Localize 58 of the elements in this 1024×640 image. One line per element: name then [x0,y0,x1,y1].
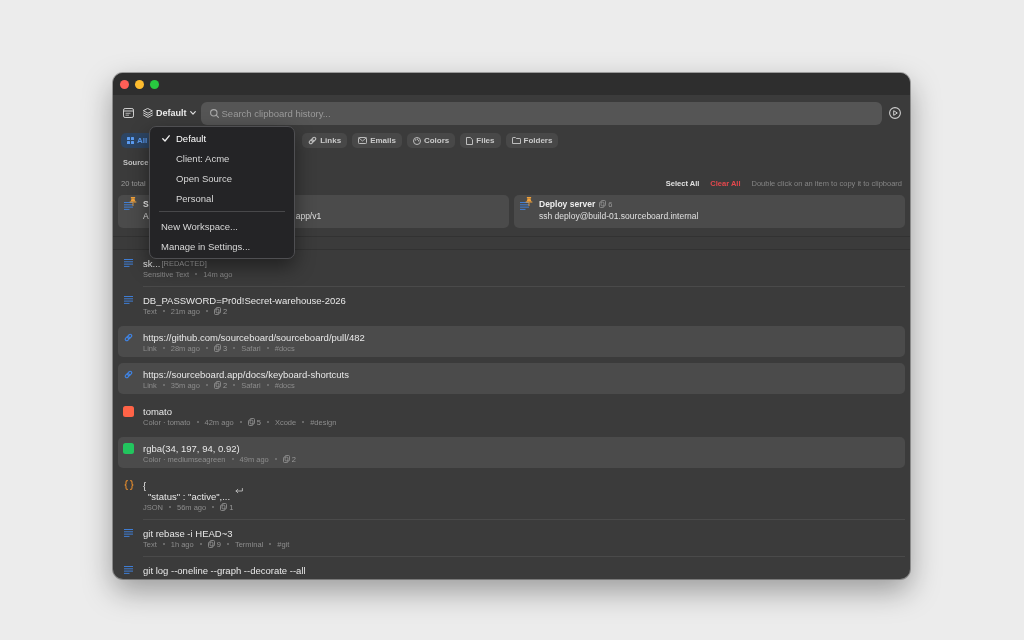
link-icon [124,369,133,379]
copy-icon [247,418,255,426]
palette-icon [412,136,421,145]
filter-chip[interactable]: Colors [406,133,456,148]
layers-icon [143,108,153,118]
preview-text: "status" : "active",... [148,491,231,502]
workspace-button[interactable]: Default [143,108,196,118]
filter-chip[interactable]: Links [302,133,348,148]
text-lines-icon [520,202,529,210]
card-text: ssh deploy@build-01.sourceboard.internal [539,210,699,221]
row-title: { [143,479,147,491]
card-text: A [143,210,149,221]
checkmark-icon [162,134,170,142]
menu-item[interactable]: Manage in Settings... [150,236,294,256]
row-title: git log --oneline --graph --decorate --all [143,564,306,576]
row-title: https://sourceboard.app/docs/keyboard-shortcuts [143,368,349,380]
copy-icon [282,455,290,463]
row-title: DB_PASSWORD=Pr0d!Secret-warehouse-2026 [143,294,346,306]
menu-item[interactable]: Open Source [150,168,294,188]
filter-chip[interactable]: Folders [505,133,559,148]
minimize-icon[interactable] [135,79,144,89]
text-lines-icon [124,529,133,537]
row-title: https://github.com/sourceboard/sourceboard/pull/482 [143,331,365,343]
search-icon [209,108,219,118]
copy-icon [220,503,228,511]
row-title: git rebase -i HEAD~3 [143,527,233,539]
link-icon [124,332,133,342]
text-lines-icon [124,566,133,574]
chevron-down-icon [189,111,196,115]
play-circle-icon[interactable] [889,107,901,119]
menu-item[interactable]: Client: Acme [150,148,294,168]
envelope-icon [358,137,368,144]
text-lines-icon [124,259,133,267]
filter-chip[interactable]: Emails [352,133,402,148]
copy-icon [599,200,607,208]
copy-icon [213,344,221,352]
zoom-icon[interactable] [150,79,159,89]
row-title: sk... [143,257,161,269]
braces-icon [123,480,134,490]
card-text: app/v1 [295,210,322,221]
filter-chip[interactable]: Files [460,133,501,148]
history-row[interactable]: git log --oneline --graph --decorate --all [118,559,905,579]
text-lines-icon [124,202,133,210]
card-title: S [143,199,149,209]
card-title: Deploy server [539,199,596,209]
row-title: tomato [143,405,173,417]
copy-icon [213,381,221,389]
link-icon [308,136,318,145]
close-icon[interactable] [120,79,129,89]
row-title: rgba(34, 197, 94, 0.92) [143,442,240,454]
grid-icon [127,137,134,144]
file-icon [466,136,474,145]
folder-icon [511,137,521,144]
copy-icon [207,540,215,548]
search-field[interactable]: Search clipboard history... [200,101,882,125]
panel-icon[interactable] [123,108,134,118]
text-lines-icon [124,296,133,304]
copy-icon [213,307,221,315]
